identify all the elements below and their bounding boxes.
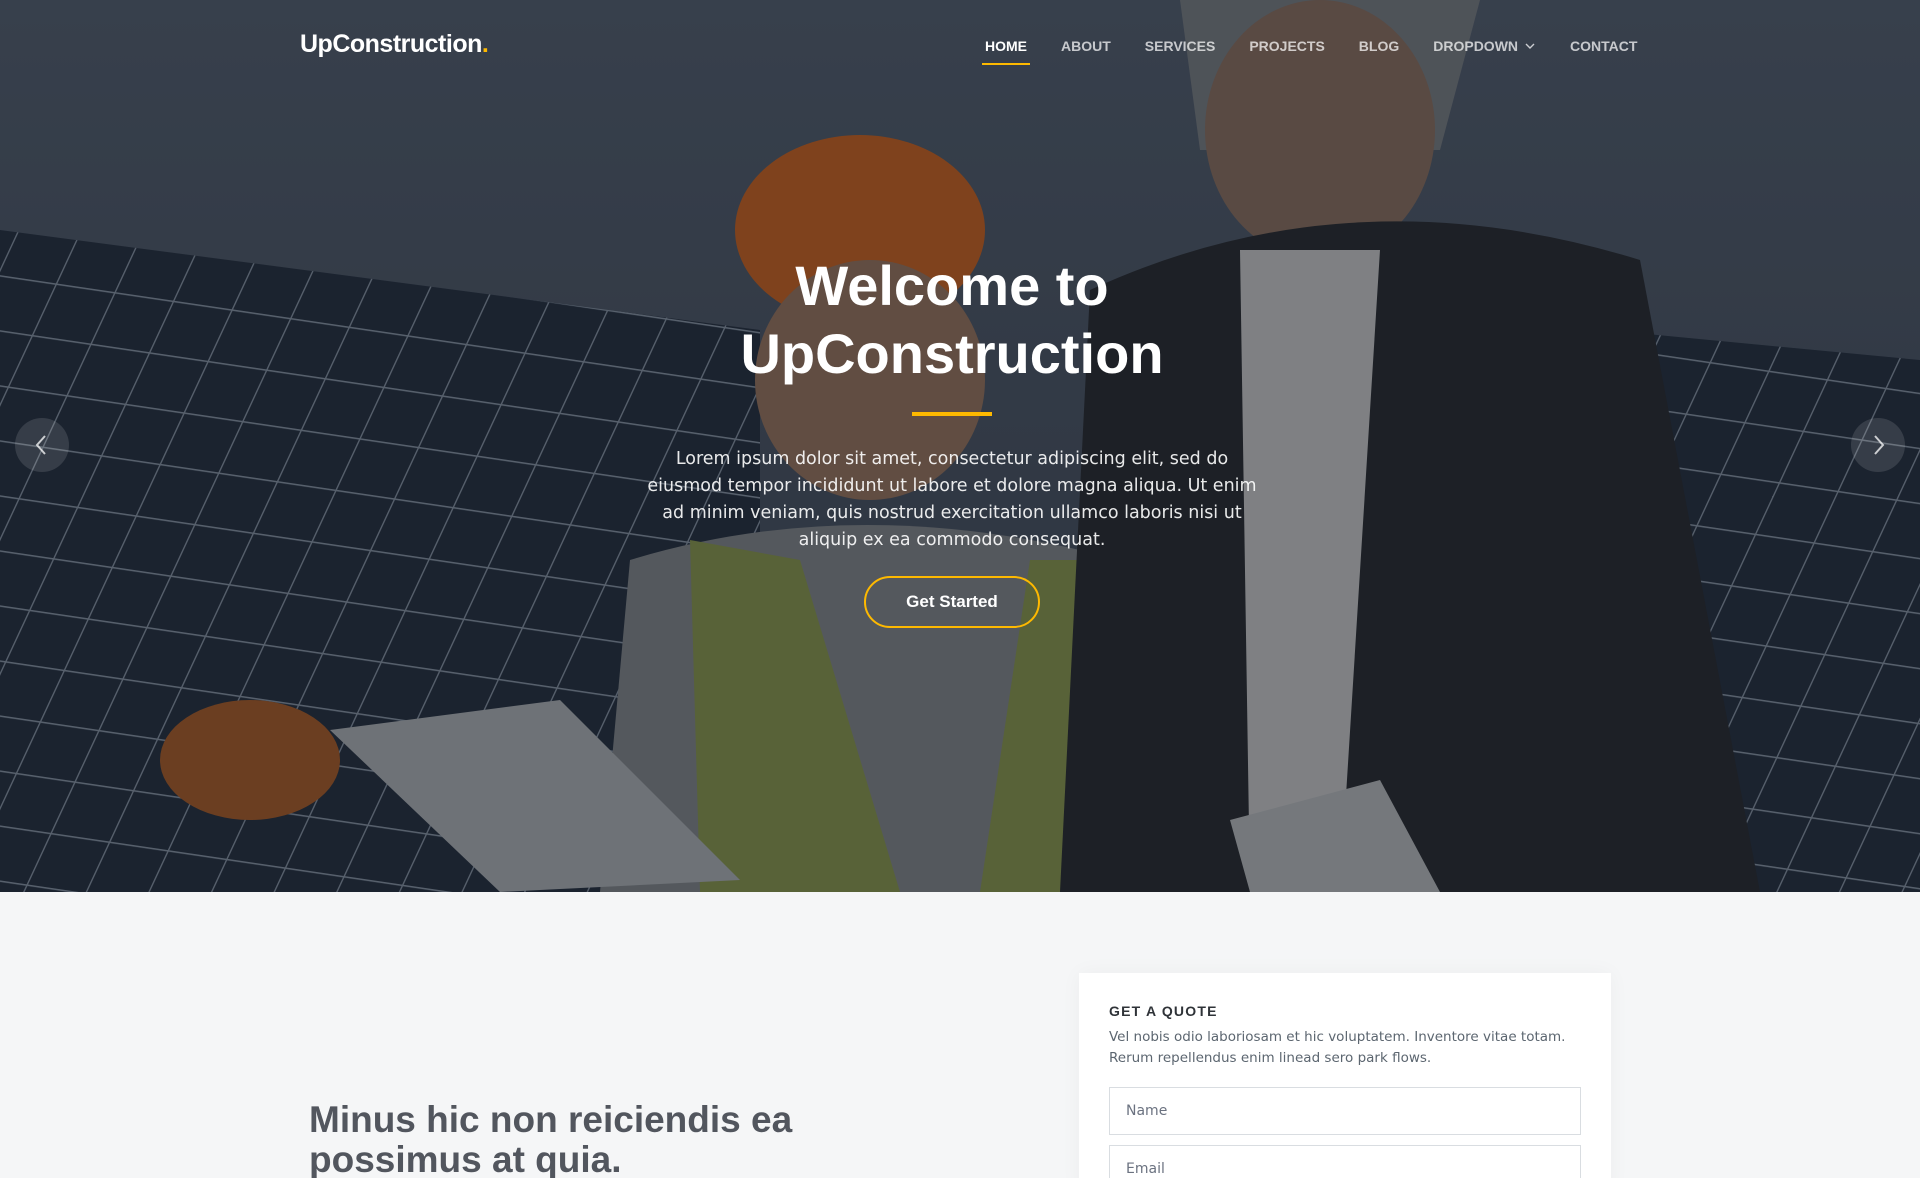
quote-description: Vel nobis odio laboriosam et hic volupta… — [1109, 1029, 1566, 1066]
hero-title-line1: Welcome to — [795, 254, 1109, 317]
hero-section: UpConstruction. HOME ABOUT SERVICES PROJ… — [0, 0, 1920, 892]
quote-form-card: GET A QUOTE Vel nobis odio laboriosam et… — [1079, 973, 1611, 1178]
name-field[interactable] — [1109, 1087, 1581, 1135]
nav-item-services[interactable]: SERVICES — [1145, 38, 1216, 54]
nav-item-dropdown-label: DROPDOWN — [1433, 38, 1519, 54]
nav-item-about[interactable]: ABOUT — [1061, 38, 1111, 54]
carousel-prev-button[interactable] — [15, 418, 69, 472]
section-heading: Minus hic non reiciendis ea possimus at … — [309, 1099, 793, 1178]
chevron-left-icon — [35, 435, 46, 455]
get-started-button[interactable]: Get Started — [864, 576, 1040, 628]
carousel-next-button[interactable] — [1851, 418, 1905, 472]
hero-title: Welcome to UpConstruction — [0, 252, 1904, 388]
nav-item-blog[interactable]: BLOG — [1359, 38, 1399, 54]
email-field[interactable] — [1109, 1145, 1581, 1178]
nav-item-projects[interactable]: PROJECTS — [1249, 38, 1324, 54]
quote-title: GET A QUOTE — [1109, 1003, 1218, 1019]
nav-item-home[interactable]: HOME — [982, 38, 1030, 65]
hero-description: Lorem ipsum dolor sit amet, consectetur … — [647, 449, 1257, 550]
chevron-right-icon — [1874, 435, 1885, 455]
chevron-down-icon — [1525, 43, 1535, 49]
logo-text: UpConstruction — [300, 30, 482, 58]
hero-divider — [912, 412, 992, 416]
hero-title-line2: UpConstruction — [740, 322, 1164, 385]
logo-dot: . — [481, 30, 489, 58]
nav-item-contact[interactable]: CONTACT — [1570, 38, 1637, 54]
main-nav: HOME ABOUT SERVICES PROJECTS BLOG DROPDO… — [982, 38, 1637, 65]
site-logo[interactable]: UpConstruction. — [300, 30, 489, 59]
nav-item-dropdown[interactable]: DROPDOWN — [1433, 38, 1536, 54]
